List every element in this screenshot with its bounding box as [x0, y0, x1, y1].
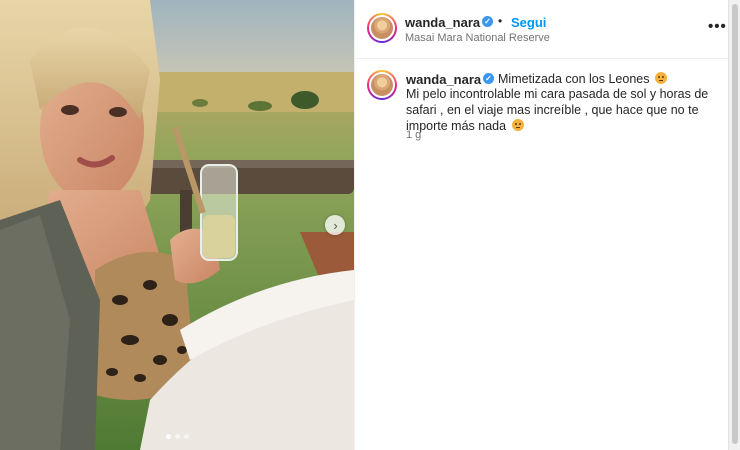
post-timestamp[interactable]: 1 g — [406, 129, 421, 141]
lion-emoji-icon — [654, 72, 667, 84]
verified-badge-icon: ✓ — [483, 73, 494, 84]
post-side-panel: wanda_nara ✓ • Segui Masai Mara National… — [354, 0, 729, 450]
author-avatar[interactable] — [367, 13, 397, 43]
caption-username[interactable]: wanda_nara — [406, 72, 481, 87]
post-header: wanda_nara ✓ • Segui Masai Mara National… — [355, 0, 729, 59]
carousel-next-button[interactable]: › — [325, 215, 345, 235]
chevron-right-icon: › — [333, 217, 338, 233]
scrollbar-thumb[interactable] — [732, 4, 738, 444]
carousel-dot — [183, 434, 189, 439]
safari-selfie-image — [0, 0, 354, 450]
instagram-post-frame: › wanda_nara ✓ • Segui Masai Mara Nation… — [0, 0, 740, 450]
carousel-dot — [165, 434, 171, 439]
caption-text: Mi pelo incontrolable mi cara pasada de … — [406, 87, 709, 133]
carousel-dot — [174, 434, 180, 439]
separator-dot: • — [498, 14, 503, 28]
post-location[interactable]: Masai Mara National Reserve — [405, 32, 550, 44]
follow-button[interactable]: Segui — [511, 15, 546, 30]
lion-emoji-icon — [511, 119, 524, 131]
caption-title: Mimetizada con los Leones — [498, 72, 667, 86]
carousel-dots — [0, 434, 354, 439]
post-photo[interactable]: › — [0, 0, 354, 450]
verified-badge-icon: ✓ — [482, 16, 493, 27]
author-username[interactable]: wanda_nara — [405, 15, 480, 30]
page-scrollbar[interactable] — [728, 0, 740, 450]
caption-avatar[interactable] — [367, 70, 397, 100]
more-options-icon[interactable]: ••• — [708, 18, 727, 35]
